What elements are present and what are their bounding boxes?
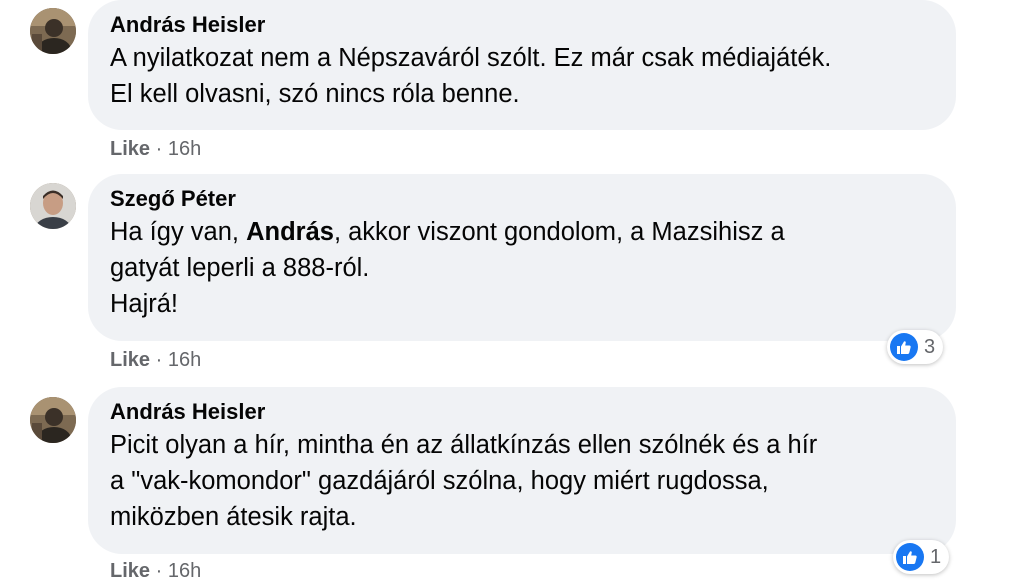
- comment-text: Picit olyan a hír, mintha én az állatkín…: [110, 427, 934, 535]
- comment-text: A nyilatkozat nem a Népszaváról szólt. E…: [110, 40, 934, 112]
- like-link[interactable]: Like: [110, 349, 150, 371]
- meta-separator: ·: [155, 138, 163, 160]
- reaction-count-badge[interactable]: 3: [887, 330, 944, 364]
- like-link[interactable]: Like: [110, 138, 150, 160]
- text-fragment: , akkor viszont gondolom, a Mazsihisz a: [333, 218, 785, 246]
- comment-meta: Like · 16h: [110, 137, 201, 161]
- comment-author[interactable]: András Heisler: [110, 399, 934, 425]
- avatar[interactable]: [30, 397, 76, 443]
- comment-text-line: Ha így van, András, akkor viszont gondol…: [110, 214, 934, 250]
- comment-bubble: Szegő Péter Ha így van, András, akkor vi…: [88, 174, 956, 341]
- thumbs-up-icon: [890, 333, 918, 361]
- comment-text: Ha így van, András, akkor viszont gondol…: [110, 214, 934, 322]
- comment-timestamp[interactable]: 16h: [168, 138, 201, 160]
- avatar-photo-icon: [30, 8, 76, 54]
- text-fragment: Ha így van,: [110, 218, 247, 246]
- comment-text-line: a "vak-komondor" gazdájáról szólna, hogy…: [110, 467, 769, 495]
- comment-text-line: miközben átesik rajta.: [110, 503, 357, 531]
- avatar[interactable]: [30, 8, 76, 54]
- reaction-count: 3: [924, 335, 936, 358]
- avatar[interactable]: [30, 183, 76, 229]
- comment-author[interactable]: Szegő Péter: [110, 186, 934, 212]
- comment-text-line: Hajrá!: [110, 290, 179, 318]
- comment-text-line: gatyát leperli a 888-ról.: [110, 254, 370, 282]
- comment-author[interactable]: András Heisler: [110, 12, 934, 38]
- meta-separator: ·: [155, 349, 163, 371]
- comment-text-line: El kell olvasni, szó nincs róla benne.: [110, 80, 520, 108]
- comment-meta: Like · 16h: [110, 348, 201, 372]
- reaction-count-badge[interactable]: 1: [893, 540, 950, 574]
- avatar-photo-icon: [30, 183, 76, 229]
- comment-timestamp[interactable]: 16h: [168, 349, 201, 371]
- comment-bubble: András Heisler Picit olyan a hír, mintha…: [88, 387, 956, 554]
- comment-text-line: Picit olyan a hír, mintha én az állatkín…: [110, 431, 818, 459]
- comment-text-line: A nyilatkozat nem a Népszaváról szólt. E…: [110, 44, 832, 72]
- thumbs-up-icon: [896, 543, 924, 571]
- mention-link[interactable]: András: [246, 218, 334, 246]
- comment-bubble: András Heisler A nyilatkozat nem a Népsz…: [88, 0, 956, 130]
- comment-meta: Like · 16h: [110, 559, 201, 583]
- reaction-count: 1: [930, 545, 942, 568]
- avatar-photo-icon: [30, 397, 76, 443]
